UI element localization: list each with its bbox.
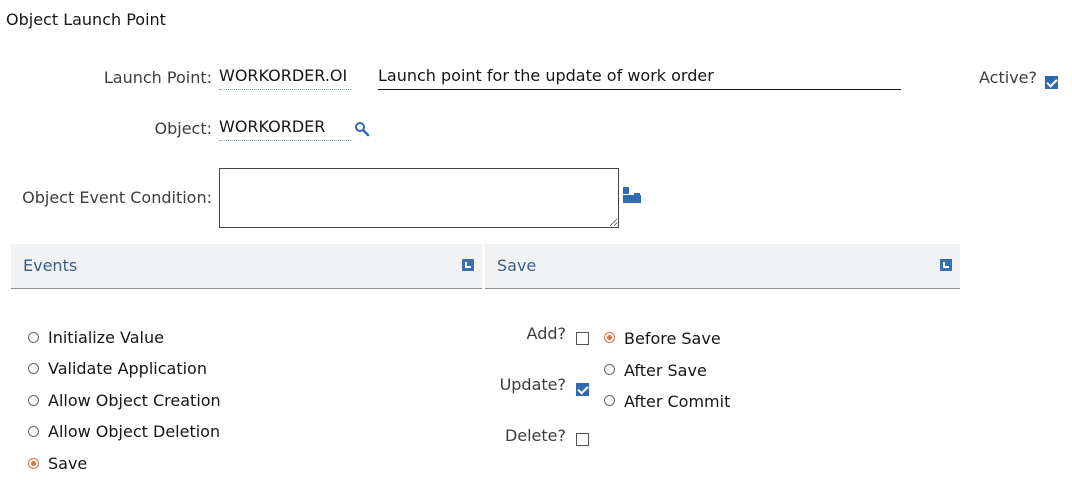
page-title: Object Launch Point [6,10,166,29]
radio-initialize-value[interactable] [28,332,39,343]
radio-label: After Save [624,361,707,380]
search-icon[interactable] [354,121,370,137]
radio-label: Initialize Value [48,328,164,347]
radio-before-save[interactable] [604,332,615,343]
update-label: Update? [499,375,566,394]
launch-point-field[interactable]: WORKORDER.OI [219,65,351,90]
update-checkbox[interactable] [576,383,589,396]
object-label: Object: [154,119,213,138]
radio-allow-object-deletion[interactable] [28,426,39,437]
delete-label: Delete? [504,426,566,445]
radio-label: Validate Application [48,359,207,378]
radio-allow-object-creation[interactable] [28,395,39,406]
launch-point-description-field[interactable]: Launch point for the update of work orde… [378,65,901,90]
radio-validate-application[interactable] [28,363,39,374]
radio-save[interactable] [28,458,39,469]
active-checkbox[interactable] [1045,76,1058,89]
radio-label: Save [48,454,88,473]
active-label: Active? [979,68,1037,87]
radio-label: Before Save [624,329,721,348]
save-section-title: Save [497,256,537,275]
condition-builder-icon[interactable] [622,185,642,205]
radio-label: Allow Object Deletion [48,422,221,441]
expand-icon[interactable] [940,259,952,271]
events-section-title: Events [23,256,78,275]
expand-icon[interactable] [462,259,474,271]
save-section-header: Save [485,244,960,289]
add-label: Add? [526,324,566,343]
events-section-header: Events [11,244,482,289]
radio-after-commit[interactable] [604,395,615,406]
delete-checkbox[interactable] [576,433,589,446]
radio-after-save[interactable] [604,364,615,375]
launch-point-label: Launch Point: [103,68,212,87]
radio-label: Allow Object Creation [48,391,221,410]
event-condition-label: Object Event Condition: [22,188,212,207]
add-checkbox[interactable] [576,332,589,345]
event-condition-input[interactable] [219,168,619,228]
radio-label: After Commit [624,392,731,411]
object-field[interactable]: WORKORDER [219,116,351,141]
